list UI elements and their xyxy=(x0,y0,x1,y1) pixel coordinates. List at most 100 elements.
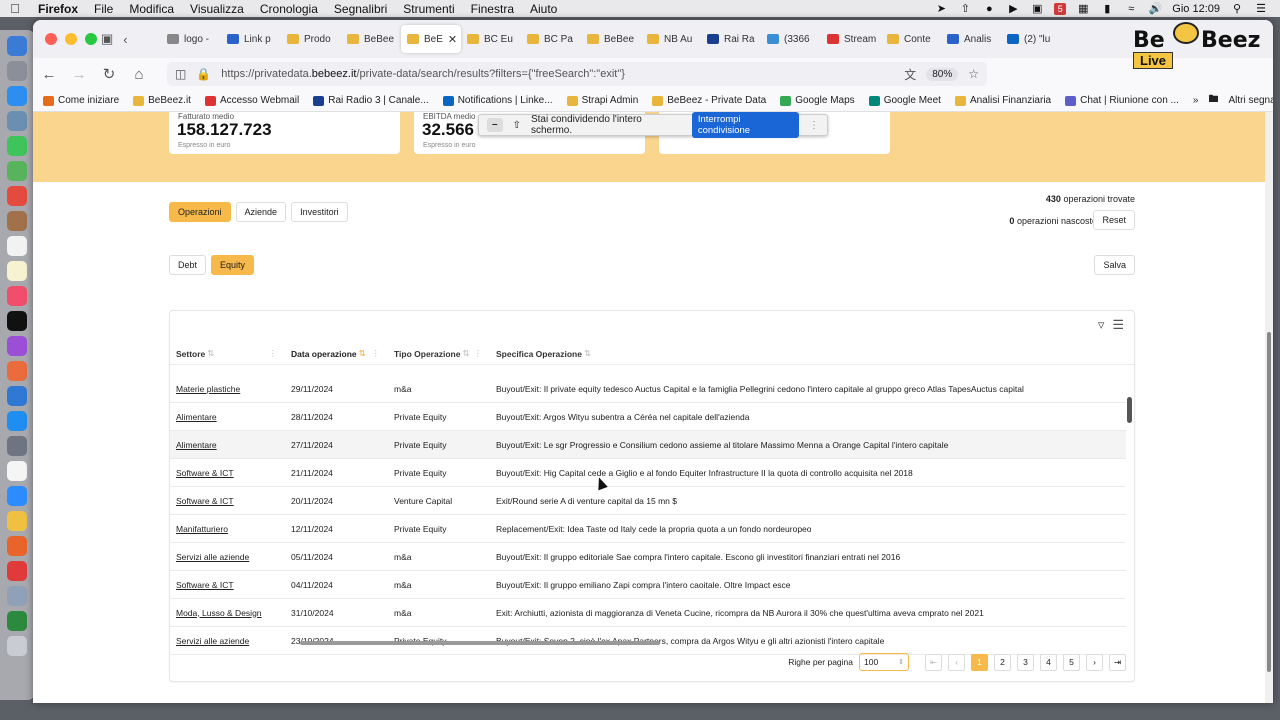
page-3-button[interactable]: 3 xyxy=(1017,653,1034,671)
contacts-icon[interactable] xyxy=(7,211,27,231)
tab-debt[interactable]: Debt xyxy=(169,255,207,275)
screen-share-icon[interactable]: ▣ xyxy=(1030,3,1044,15)
table-row[interactable]: Materie plastiche 29/11/2024 m&a Buyout/Exi… xyxy=(170,375,1126,403)
location-icon[interactable]: ➤ xyxy=(934,3,948,15)
page-scrollbar[interactable] xyxy=(1265,112,1273,703)
browser-tab[interactable]: Stream xyxy=(821,25,881,53)
browser-tab[interactable]: Analis xyxy=(941,25,1001,53)
save-button[interactable]: Salva xyxy=(1094,255,1135,275)
reminders-icon[interactable] xyxy=(7,236,27,256)
folder-icon[interactable] xyxy=(7,511,27,531)
browser-tab[interactable]: BeBee xyxy=(581,25,641,53)
column-header-data[interactable]: Data operazione ⇅ ⋮ xyxy=(285,343,388,364)
url-bar[interactable]: ◫ 🔒 https://privatedata.bebeez.it/privat… xyxy=(167,62,987,86)
browser-tab[interactable]: BeBee xyxy=(341,25,401,53)
calendar-icon[interactable] xyxy=(7,461,27,481)
cell-settore[interactable]: Moda, Lusso & Design xyxy=(170,608,285,618)
photos-icon[interactable] xyxy=(7,186,27,206)
table-scrollbar[interactable] xyxy=(1127,397,1132,423)
bookmark-item[interactable]: BeBeez.it xyxy=(133,95,191,106)
menu-strumenti[interactable]: Strumenti xyxy=(395,2,462,16)
menu-visualizza[interactable]: Visualizza xyxy=(182,2,252,16)
podcasts-icon[interactable] xyxy=(7,336,27,356)
cell-settore[interactable]: Software & ICT xyxy=(170,580,285,590)
cell-settore[interactable]: Servizi alle aziende xyxy=(170,636,285,646)
table-row[interactable]: Software & ICT 20/11/2024 Venture Capital E… xyxy=(170,487,1126,515)
bookmark-star-icon[interactable]: ☆ xyxy=(968,67,979,81)
tab-overview-icon[interactable]: ▣ xyxy=(101,31,113,47)
tv-icon[interactable] xyxy=(7,311,27,331)
rows-per-page-input[interactable]: 100 ⇕ xyxy=(859,653,909,671)
browser-tab[interactable]: Link p xyxy=(221,25,281,53)
trash-icon[interactable] xyxy=(7,636,27,656)
network-icon[interactable] xyxy=(7,611,27,631)
menu-segnalibri[interactable]: Segnalibri xyxy=(326,2,395,16)
browser-tab[interactable]: BeE ✕ xyxy=(401,25,461,53)
zoom-level-badge[interactable]: 80% xyxy=(926,67,959,81)
browser-tab[interactable]: Conte xyxy=(881,25,941,53)
close-window-button[interactable] xyxy=(45,33,57,45)
volume-icon[interactable]: 🔊 xyxy=(1148,3,1162,15)
filter-icon[interactable]: ▿ xyxy=(1098,317,1105,333)
browser-tab[interactable]: Prodo xyxy=(281,25,341,53)
cell-settore[interactable]: Software & ICT xyxy=(170,468,285,478)
zoom-icon[interactable] xyxy=(7,486,27,506)
first-page-button[interactable]: ⇤ xyxy=(925,653,942,671)
bookmark-item[interactable]: Rai Radio 3 | Canale... xyxy=(313,95,429,106)
page-4-button[interactable]: 4 xyxy=(1040,653,1057,671)
other-bookmarks-label[interactable]: Altri segnalibri xyxy=(1228,95,1273,106)
bookmark-item[interactable]: Analisi Finanziaria xyxy=(954,95,1051,106)
table-row[interactable]: Software & ICT 21/11/2024 Private Equity Bu… xyxy=(170,459,1126,487)
menu-app-name[interactable]: Firefox xyxy=(30,2,86,16)
bookmark-item[interactable]: BeBeez - Private Data xyxy=(652,95,766,106)
bookmark-item[interactable]: Strapi Admin xyxy=(566,95,638,106)
system-settings-icon[interactable] xyxy=(7,436,27,456)
app-5-icon[interactable]: 5 xyxy=(1054,2,1067,15)
minimize-window-button[interactable] xyxy=(65,33,77,45)
menu-aiuto[interactable]: Aiuto xyxy=(522,2,565,16)
upload-icon[interactable]: ⇧ xyxy=(958,3,972,15)
table-row[interactable]: Servizi alle aziende 05/11/2024 m&a Buyout/… xyxy=(170,543,1126,571)
lock-icon[interactable]: 🔒 xyxy=(196,67,211,81)
translate-icon[interactable]: 文 xyxy=(904,66,916,83)
menu-finestra[interactable]: Finestra xyxy=(463,2,522,16)
page-1-button[interactable]: 1 xyxy=(971,653,988,671)
reset-button[interactable]: Reset xyxy=(1093,210,1135,230)
table-row[interactable]: Software & ICT 04/11/2024 m&a Buyout/Exit: … xyxy=(170,571,1126,599)
acrobat-icon[interactable] xyxy=(7,561,27,581)
table-horizontal-scrollbar[interactable] xyxy=(300,641,660,645)
keynote-icon[interactable] xyxy=(7,386,27,406)
music-icon[interactable] xyxy=(7,286,27,306)
browser-tab[interactable]: (3366 xyxy=(761,25,821,53)
browser-tab[interactable]: logo - xyxy=(161,25,221,53)
back-arrow-icon[interactable]: ← xyxy=(41,66,57,83)
play-icon[interactable]: ▶ xyxy=(1006,3,1020,15)
next-page-button[interactable]: › xyxy=(1086,653,1103,671)
screenshot-icon[interactable] xyxy=(7,586,27,606)
tab-scroll-left-icon[interactable]: ‹ xyxy=(123,32,127,47)
browser-tab[interactable]: (2) "lu xyxy=(1001,25,1061,53)
browser-tab[interactable]: BC Pa xyxy=(521,25,581,53)
menu-modifica[interactable]: Modifica xyxy=(121,2,182,16)
table-row[interactable]: Manifatturiero 12/11/2024 Private Equity Re… xyxy=(170,515,1126,543)
tab-investitori[interactable]: Investitori xyxy=(291,202,348,222)
menu-cronologia[interactable]: Cronologia xyxy=(252,2,326,16)
preview-icon[interactable] xyxy=(7,111,27,131)
messages-icon[interactable] xyxy=(7,136,27,156)
bookmark-item[interactable]: Notifications | Linke... xyxy=(442,95,553,106)
last-page-button[interactable]: ⇥ xyxy=(1109,653,1126,671)
browser-tab[interactable]: NB Au xyxy=(641,25,701,53)
close-tab-icon[interactable]: ✕ xyxy=(448,33,457,46)
table-row[interactable]: Alimentare 27/11/2024 Private Equity Buyout… xyxy=(170,431,1126,459)
cell-settore[interactable]: Alimentare xyxy=(170,412,285,422)
safari-icon[interactable] xyxy=(7,86,27,106)
bookmark-item[interactable]: Google Meet xyxy=(868,95,941,106)
page-2-button[interactable]: 2 xyxy=(994,653,1011,671)
browser-tab[interactable]: BC Eu xyxy=(461,25,521,53)
battery-icon[interactable]: ▮ xyxy=(1100,3,1114,15)
bookmark-item[interactable]: Chat | Riunione con ... xyxy=(1065,95,1179,106)
cell-settore[interactable]: Software & ICT xyxy=(170,496,285,506)
column-header-specifica[interactable]: Specifica Operazione ⇅ xyxy=(490,343,1130,364)
bookmark-item[interactable]: Accesso Webmail xyxy=(204,95,299,106)
books-icon[interactable] xyxy=(7,361,27,381)
